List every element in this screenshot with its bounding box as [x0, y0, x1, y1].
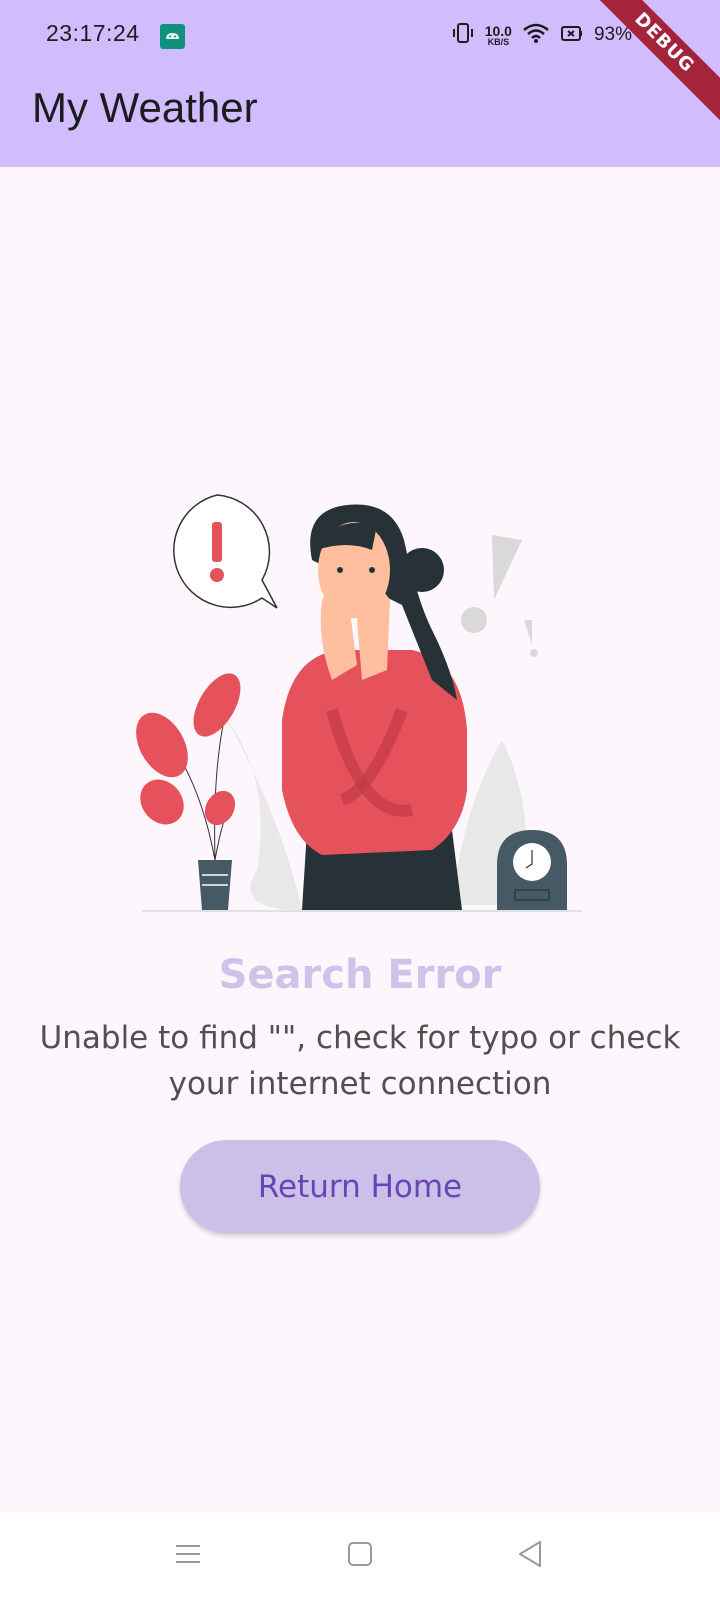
net-speed: 10.0 KB/S — [485, 24, 512, 47]
error-title: Search Error — [218, 952, 502, 998]
net-speed-value: 10.0 — [484, 22, 512, 39]
back-nav-icon[interactable] — [510, 1534, 550, 1574]
error-illustration — [136, 494, 582, 912]
battery-icon — [560, 21, 584, 49]
app-title: My Weather — [32, 84, 258, 131]
android-notification-icon — [160, 24, 185, 49]
navigation-bar — [0, 1512, 720, 1600]
net-speed-unit: KB/S — [487, 36, 510, 47]
home-nav-icon[interactable] — [340, 1534, 380, 1574]
wifi-icon — [522, 21, 550, 49]
status-time: 23:17:24 — [46, 20, 140, 46]
menu-nav-icon[interactable] — [168, 1534, 208, 1574]
vibrate-icon — [451, 21, 475, 49]
debug-banner: DEBUG — [590, 0, 720, 130]
return-home-button[interactable]: Return Home — [180, 1140, 540, 1233]
debug-banner-label: DEBUG — [590, 0, 720, 125]
error-message: Unable to find "", check for typo or che… — [39, 1020, 681, 1102]
app-top-area: 23:17:24 10.0 KB/S 93% My Weather DEBUG — [0, 0, 720, 167]
